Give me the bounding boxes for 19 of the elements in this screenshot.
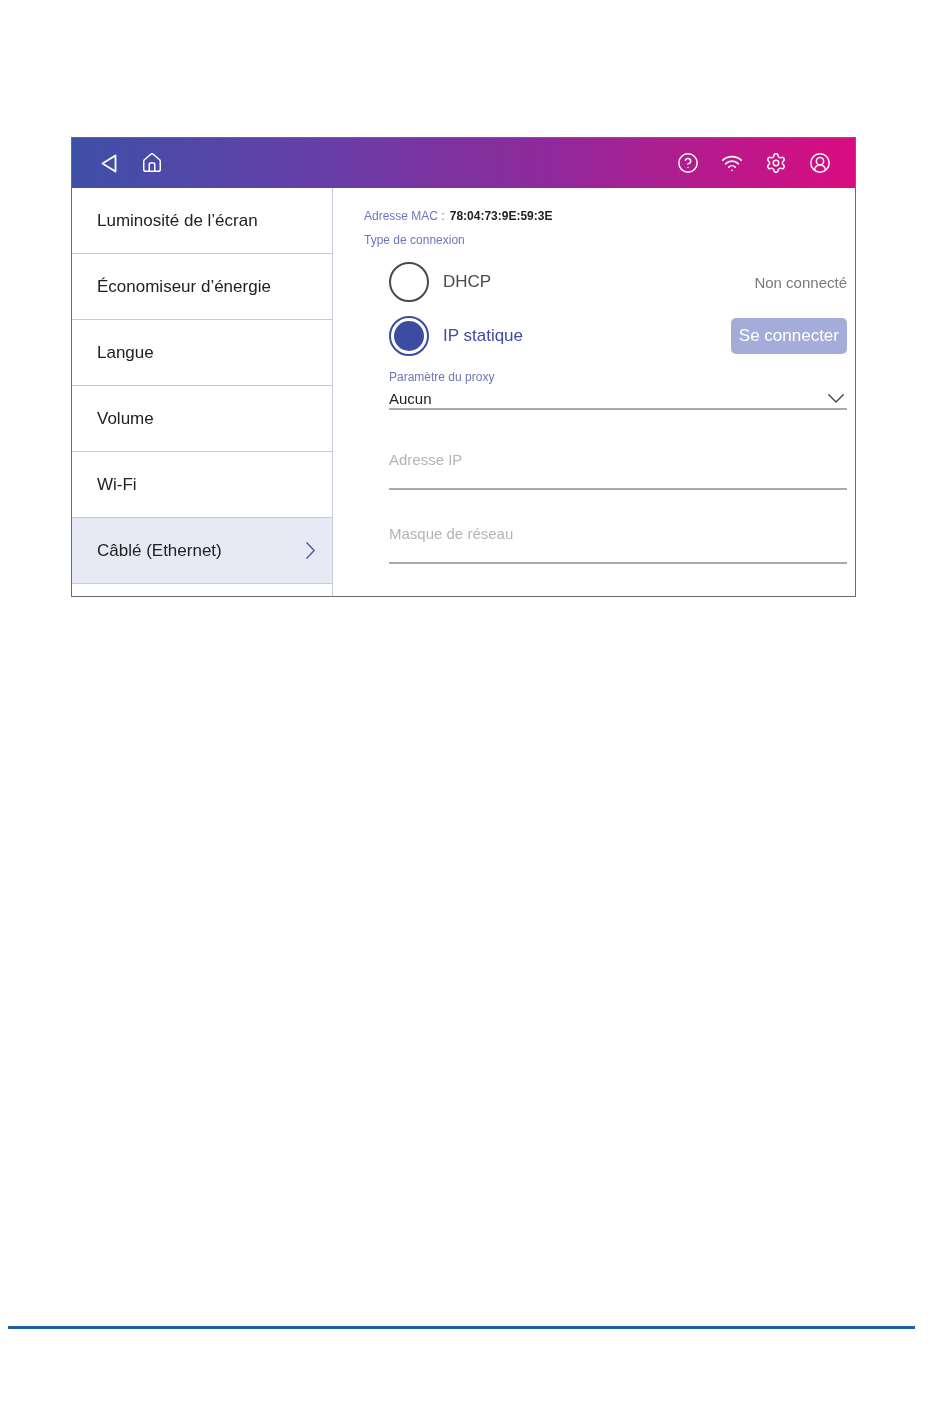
connection-status: Non connecté — [754, 273, 847, 291]
help-icon[interactable] — [677, 152, 699, 174]
proxy-select[interactable]: Paramètre du proxy Aucun — [389, 370, 847, 410]
chevron-right-icon — [306, 542, 315, 559]
radio-button[interactable] — [389, 316, 429, 356]
sidebar-item[interactable]: Câblé (Ethernet) — [72, 518, 332, 584]
connection-type-label: Type de connexion — [364, 232, 465, 248]
input-field[interactable]: Adresse IP — [389, 440, 847, 490]
user-icon[interactable] — [809, 152, 831, 174]
mac-address: 78:04:73:9E:59:3E — [449, 208, 553, 224]
chevron-down-icon — [828, 394, 844, 403]
home-icon[interactable] — [141, 152, 163, 174]
back-icon[interactable] — [101, 153, 117, 173]
settings-icon[interactable] — [765, 152, 787, 174]
input-field[interactable]: Masque de réseau — [389, 514, 847, 564]
radio-button[interactable] — [389, 262, 429, 302]
mac-label: Adresse MAC : — [364, 208, 445, 224]
radio-label[interactable]: IP statique — [443, 326, 524, 346]
radio-label[interactable]: DHCP — [443, 272, 492, 292]
